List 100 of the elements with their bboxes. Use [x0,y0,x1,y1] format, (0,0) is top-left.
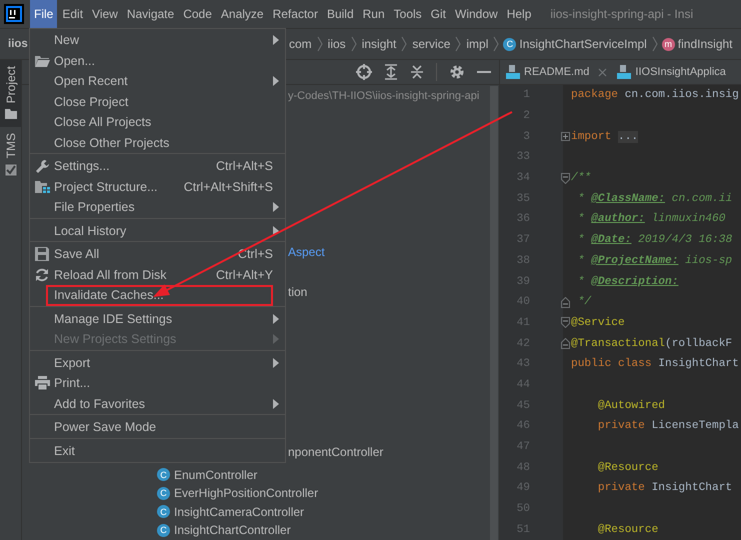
minimize-icon[interactable] [477,70,491,74]
breadcrumb-item[interactable]: service [412,37,450,51]
editor-tab[interactable]: README.md [500,60,612,84]
code-line: * @Date: 2019/4/3 16:38 [576,234,732,246]
file-icon [617,65,632,79]
expand-all-icon[interactable] [384,64,398,80]
fold-end-icon[interactable] [561,296,570,308]
menu-item[interactable]: Power Save Mode [30,417,285,438]
chevron-icon [652,36,658,52]
code-line: /** [571,172,592,184]
chevron-icon [350,36,357,52]
menu-item[interactable]: Reload All from Disk Ctrl+Alt+Y [30,264,285,285]
editor-tab[interactable]: IIOSInsightApplica [611,60,730,84]
menu-item[interactable]: Manage IDE Settings [30,308,285,329]
menu-bar-item[interactable]: Navigate [122,0,178,28]
wrench-icon [34,158,50,174]
chevron-icon [455,36,462,52]
menu-item[interactable]: Add to Favorites [30,394,285,414]
menu-bar-item[interactable]: Analyze [216,0,268,28]
menu-item[interactable]: Print... [30,373,285,394]
chevron-icon [493,36,500,52]
printer-icon [34,376,50,390]
menu-item[interactable]: Open... [30,50,285,71]
code-line: package cn.com.iios.insig [571,89,739,102]
settings-icon[interactable] [449,64,465,80]
fold-collapse-icon[interactable] [561,317,570,328]
code-line: import ... [571,130,638,143]
menu-item[interactable]: File Properties [30,197,285,218]
menu-bar-item[interactable]: Git [426,0,450,28]
tree-item[interactable]: EverHighPositionController [174,486,318,500]
close-icon[interactable] [598,68,608,76]
code-line: private InsightChart [596,482,732,494]
folder-grid-icon [34,180,50,194]
class-badge-icon: C [157,486,170,500]
code-line: * @ClassName: cn.com.ii [576,192,732,205]
menu-bar-item[interactable]: Window [451,0,502,28]
chevron-icon [401,36,408,52]
class-badge-icon: m [662,38,675,50]
folder-icon [4,108,16,120]
tool-window-tab[interactable]: TMS [0,127,21,184]
fold-expand-icon[interactable] [561,132,570,142]
menu-bar-item[interactable]: Refactor [268,0,322,28]
menu-item[interactable]: Export [30,352,285,373]
chevron-icon [316,36,323,52]
menu-bar-item[interactable]: Build [322,0,358,28]
code-line: */ [576,296,592,308]
scrollbar[interactable] [490,86,498,540]
collapse-all-icon[interactable] [410,64,424,80]
menu-bar-item[interactable]: Run [358,0,389,28]
menu-bar-item[interactable]: Help [502,0,536,28]
code-line: @Service [571,316,625,329]
breadcrumb-item[interactable]: impl [466,37,488,51]
tree-item[interactable]: InsightCameraController [174,504,304,519]
window-title: iios-insight-spring-api - Insi [550,7,694,21]
tool-window-tab[interactable]: Project [0,60,21,128]
class-badge-icon: C [157,468,170,482]
menu-bar-item[interactable]: Tools [390,0,426,28]
code-line: @Resource [596,462,658,474]
class-badge-icon: C [157,524,170,537]
checkbox-icon [4,164,16,176]
tree-item[interactable]: InsightChartController [174,523,291,538]
breadcrumb-item[interactable]: com [289,37,312,51]
fold-collapse-icon[interactable] [561,172,570,184]
code-line: * @ProjectName: iios-sp [576,254,732,267]
tree-item[interactable]: EnumController [174,468,258,482]
code-line: * @author: linmuxin460 [576,213,726,226]
menu-bar-item[interactable]: Edit [58,0,88,28]
code-line: * @Description: [576,276,678,288]
breadcrumb-item[interactable]: insight [362,37,396,51]
code-line: @Transactional(rollbackF [571,338,732,350]
menu-item[interactable]: Open Recent [30,71,285,92]
code-line: @Resource [596,524,658,536]
breadcrumb-item[interactable]: InsightChartServiceImpl [519,37,647,51]
menu-item[interactable]: Close Other Projects [30,132,285,153]
class-badge-icon: C [157,505,170,518]
class-badge-icon: C [503,38,516,50]
menu-bar-item[interactable]: Code [179,0,216,28]
menu-item[interactable]: Close All Projects [30,112,285,132]
fold-end-icon[interactable] [561,338,570,350]
menu-item[interactable]: Local History [30,220,285,241]
breadcrumb-item[interactable]: findInsight [678,37,732,51]
menu-item[interactable]: Invalidate Caches... [30,285,285,306]
menu-item[interactable]: Close Project [30,92,285,112]
tree-item[interactable]: tion [288,284,308,299]
menu-bar-item[interactable]: View [88,0,122,28]
menu-item[interactable]: Exit [30,440,285,461]
breadcrumb-item[interactable]: iios [328,37,346,51]
save-icon [35,247,49,262]
tree-item[interactable]: Aspect [288,245,325,260]
menu-item[interactable]: New [30,30,285,50]
menu-item[interactable]: Settings... Ctrl+Alt+S [30,156,285,176]
code-line: @Autowired [596,400,665,412]
app-logo-icon [4,4,24,24]
menu-bar-item[interactable]: File [30,0,58,28]
code-line: public class InsightChart [571,358,739,370]
menu-item[interactable]: Project Structure... Ctrl+Alt+Shift+S [30,176,285,197]
code-line: private LicenseTempla [596,420,739,432]
locate-icon[interactable] [356,64,372,80]
tree-item[interactable]: nponentController [288,444,384,459]
refresh-icon [35,268,49,282]
